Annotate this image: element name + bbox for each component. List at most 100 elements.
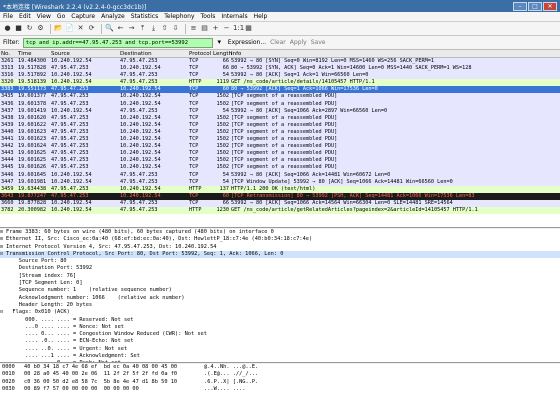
clear-filter-button[interactable]: Clear xyxy=(270,39,286,46)
detail-tree-item[interactable]: .... .... 0... = Push: Not set xyxy=(0,360,560,362)
normal-size-icon[interactable]: 1:1 xyxy=(233,24,244,33)
packet-row[interactable]: 3444 19.601625 47.95.47.253 10.240.192.54 TC… xyxy=(0,157,560,165)
hex-dump-line[interactable]: 0020 c0 36 00 50 d2 e8 58 7c 5b 8e 4e 47 … xyxy=(0,379,560,386)
column-protocol[interactable]: Protocol xyxy=(189,50,213,57)
hex-dump-line[interactable]: 0010 00 28 a0 45 40 00 2e 06 11 2f 2f 5f … xyxy=(0,371,560,378)
packet-row[interactable]: 3782 20.300982 10.240.192.54 47.95.47.253 HT… xyxy=(0,206,560,215)
detail-tree-item[interactable]: Destination Port: 53992 xyxy=(0,265,560,272)
prev-packet-icon[interactable]: ⇧ xyxy=(160,24,169,33)
packet-row[interactable]: 3316 19.517892 10.240.192.54 47.95.47.253 TC… xyxy=(0,72,560,80)
menu-go[interactable]: Go xyxy=(57,13,65,20)
save-file-icon[interactable]: 📄 xyxy=(65,24,74,33)
detail-tree-item[interactable]: Acknowledgment number: 1066 (relative ac… xyxy=(0,295,560,302)
menu-capture[interactable]: Capture xyxy=(71,13,95,20)
detail-tree-item[interactable]: ⊞ Internet Protocol Version 4, Src: 47.95… xyxy=(0,244,560,251)
packet-protocol: TCP xyxy=(189,157,199,164)
packet-row[interactable]: 3660 19.877828 10.240.192.54 47.95.47.253 TC… xyxy=(0,199,560,207)
menu-help[interactable]: Help xyxy=(254,13,268,20)
packet-row[interactable]: 3438 19.601620 47.95.47.253 10.240.192.54 TC… xyxy=(0,114,560,122)
start-capture-icon[interactable]: ● xyxy=(3,24,12,33)
packet-row[interactable]: 3446 19.601645 10.240.192.54 47.95.47.253 TC… xyxy=(0,171,560,179)
next-packet-icon[interactable]: ⇩ xyxy=(171,24,180,33)
packet-row[interactable]: 3643 19.877247 47.95.47.253 10.240.192.54 TC… xyxy=(0,192,560,200)
stop-capture-icon[interactable]: ■ xyxy=(14,24,23,33)
column-destination[interactable]: Destination xyxy=(120,50,189,57)
detail-tree-item[interactable]: ⊞ Frame 3383: 60 bytes on wire (480 bits)… xyxy=(0,229,560,236)
packet-row[interactable]: 3320 19.518139 10.240.192.54 47.95.47.253 HT… xyxy=(0,79,560,87)
packet-time: 19.601624 xyxy=(18,143,47,150)
packet-row[interactable]: 3440 19.601623 47.95.47.253 10.240.192.54 TC… xyxy=(0,128,560,137)
column-info[interactable]: Info xyxy=(231,50,560,57)
reload-icon[interactable]: ⟳ xyxy=(87,24,96,33)
display-filter-input[interactable]: tcp and ip.addr==47.95.47.253 and tcp.po… xyxy=(22,37,213,48)
detail-tree-item[interactable]: [TCP Segment Len: 0] xyxy=(0,280,560,287)
detail-tree-item[interactable]: [Stream index: 76] xyxy=(0,273,560,280)
dropdown-arrow-icon[interactable]: ▾ xyxy=(215,38,224,47)
packet-row[interactable]: 3445 19.601626 47.95.47.253 10.240.192.54 TC… xyxy=(0,164,560,172)
detail-tree-item[interactable]: 000. .... .... = Reserved: Not set xyxy=(0,317,560,324)
zoom-out-icon[interactable]: − xyxy=(222,24,231,33)
restart-capture-icon[interactable]: ↻ xyxy=(25,24,34,33)
go-back-icon[interactable]: ← xyxy=(116,24,125,33)
detail-tree-item[interactable]: Source Port: 80 xyxy=(0,258,560,265)
packet-row[interactable]: 3439 19.601622 47.95.47.253 10.240.192.54 TC… xyxy=(0,121,560,129)
detail-tree-item[interactable]: ⊟ Flags: 0x010 (ACK) xyxy=(0,309,560,316)
packet-row[interactable]: 3447 19.601981 10.240.192.54 47.95.47.253 TC… xyxy=(0,178,560,186)
menu-view[interactable]: View xyxy=(37,13,51,20)
autoscroll-icon[interactable]: ▤ xyxy=(200,24,209,33)
packet-row[interactable]: 3313 19.517828 47.95.47.253 10.240.192.54 TC… xyxy=(0,65,560,73)
find-packet-icon[interactable]: 🔍 xyxy=(105,24,114,33)
hex-dump-line[interactable]: 0030 00 89 f7 57 00 00 00 00 00 00 00 00.… xyxy=(0,386,560,393)
open-file-icon[interactable]: 📂 xyxy=(54,24,63,33)
packet-protocol: TCP xyxy=(189,199,199,206)
go-last-icon[interactable]: ⤓ xyxy=(149,24,158,33)
packet-row[interactable]: 3383 19.551173 47.95.47.253 10.240.192.54 TC… xyxy=(0,86,560,94)
menu-tools[interactable]: Tools xyxy=(201,13,216,20)
detail-tree-item[interactable]: ⊟ Transmission Control Protocol, Src Port… xyxy=(0,250,560,259)
packet-row[interactable]: 3436 19.601378 47.95.47.253 10.240.192.54 TC… xyxy=(0,100,560,108)
detail-tree-item[interactable]: Header Length: 20 bytes xyxy=(0,302,560,309)
detail-tree-item[interactable]: .... ..0. .... = Urgent: Not set xyxy=(0,346,560,353)
detail-tree-item[interactable]: .... 0... .... = Congestion Window Reduc… xyxy=(0,331,560,338)
menu-analyze[interactable]: Analyze xyxy=(101,13,125,20)
menu-edit[interactable]: Edit xyxy=(19,13,31,20)
detail-tree-item[interactable]: ...0 .... .... = Nonce: Not set xyxy=(0,324,560,331)
menu-internals[interactable]: Internals xyxy=(221,13,247,20)
detail-tree-item[interactable]: ⊞ Ethernet II, Src: Cisco_ec:0a:40 (68:ef… xyxy=(0,236,560,243)
toolbar-separator xyxy=(185,23,186,34)
packet-row[interactable]: 3441 19.601623 47.95.47.253 10.240.192.54 TC… xyxy=(0,136,560,144)
column-length[interactable]: Length xyxy=(213,50,232,57)
hex-dump-line[interactable]: 0000 40 b0 34 18 c7 4e 68 ef bd ec 0a 40 … xyxy=(0,364,560,371)
close-file-icon[interactable]: ✕ xyxy=(76,24,85,33)
packet-row[interactable]: 3443 19.601625 47.95.47.253 10.240.192.54 TC… xyxy=(0,150,560,158)
minimize-button[interactable]: – xyxy=(513,1,527,11)
detail-tree-item[interactable]: Sequence number: 1 (relative sequence nu… xyxy=(0,287,560,294)
menu-file[interactable]: File xyxy=(3,13,13,20)
column-no[interactable]: No. xyxy=(0,50,18,57)
resize-columns-icon[interactable]: ▦ xyxy=(244,24,253,33)
zoom-in-icon[interactable]: + xyxy=(211,24,220,33)
go-forward-icon[interactable]: → xyxy=(127,24,136,33)
packet-source: 47.95.47.253 xyxy=(51,157,89,164)
packet-row[interactable]: 3442 19.601624 47.95.47.253 10.240.192.54 TC… xyxy=(0,143,560,151)
go-first-icon[interactable]: ⤒ xyxy=(138,24,147,33)
menu-telephony[interactable]: Telephony xyxy=(164,13,194,20)
detail-tree-item[interactable]: .... .0.. .... = ECN-Echo: Not set xyxy=(0,338,560,345)
packet-no: 3437 xyxy=(1,107,14,114)
packet-row[interactable]: 3459 19.634438 47.95.47.253 10.240.192.54 HT… xyxy=(0,185,560,193)
menu-statistics[interactable]: Statistics xyxy=(131,13,158,20)
capture-options-icon[interactable]: ⚙ xyxy=(36,24,45,33)
packet-source: 10.240.192.54 xyxy=(51,107,92,114)
column-time[interactable]: Time xyxy=(18,50,51,57)
close-button[interactable]: ✕ xyxy=(543,1,557,11)
colorize-icon[interactable]: ≡ xyxy=(189,24,198,33)
expression-button[interactable]: Expression... xyxy=(228,39,266,46)
packet-row[interactable]: 3437 19.601419 10.240.192.54 47.95.47.253 TC… xyxy=(0,107,560,115)
maximize-button[interactable]: □ xyxy=(528,1,542,11)
detail-tree-item[interactable]: .... ...1 .... = Acknowledgment: Set xyxy=(0,353,560,360)
apply-filter-button[interactable]: Apply xyxy=(290,39,307,46)
save-filter-button[interactable]: Save xyxy=(311,39,326,46)
packet-row[interactable]: 3261 19.484300 10.240.192.54 47.95.47.253 TC… xyxy=(0,58,560,66)
column-source[interactable]: Source xyxy=(51,50,120,57)
packet-row[interactable]: 3435 19.601377 47.95.47.253 10.240.192.54 TC… xyxy=(0,93,560,101)
